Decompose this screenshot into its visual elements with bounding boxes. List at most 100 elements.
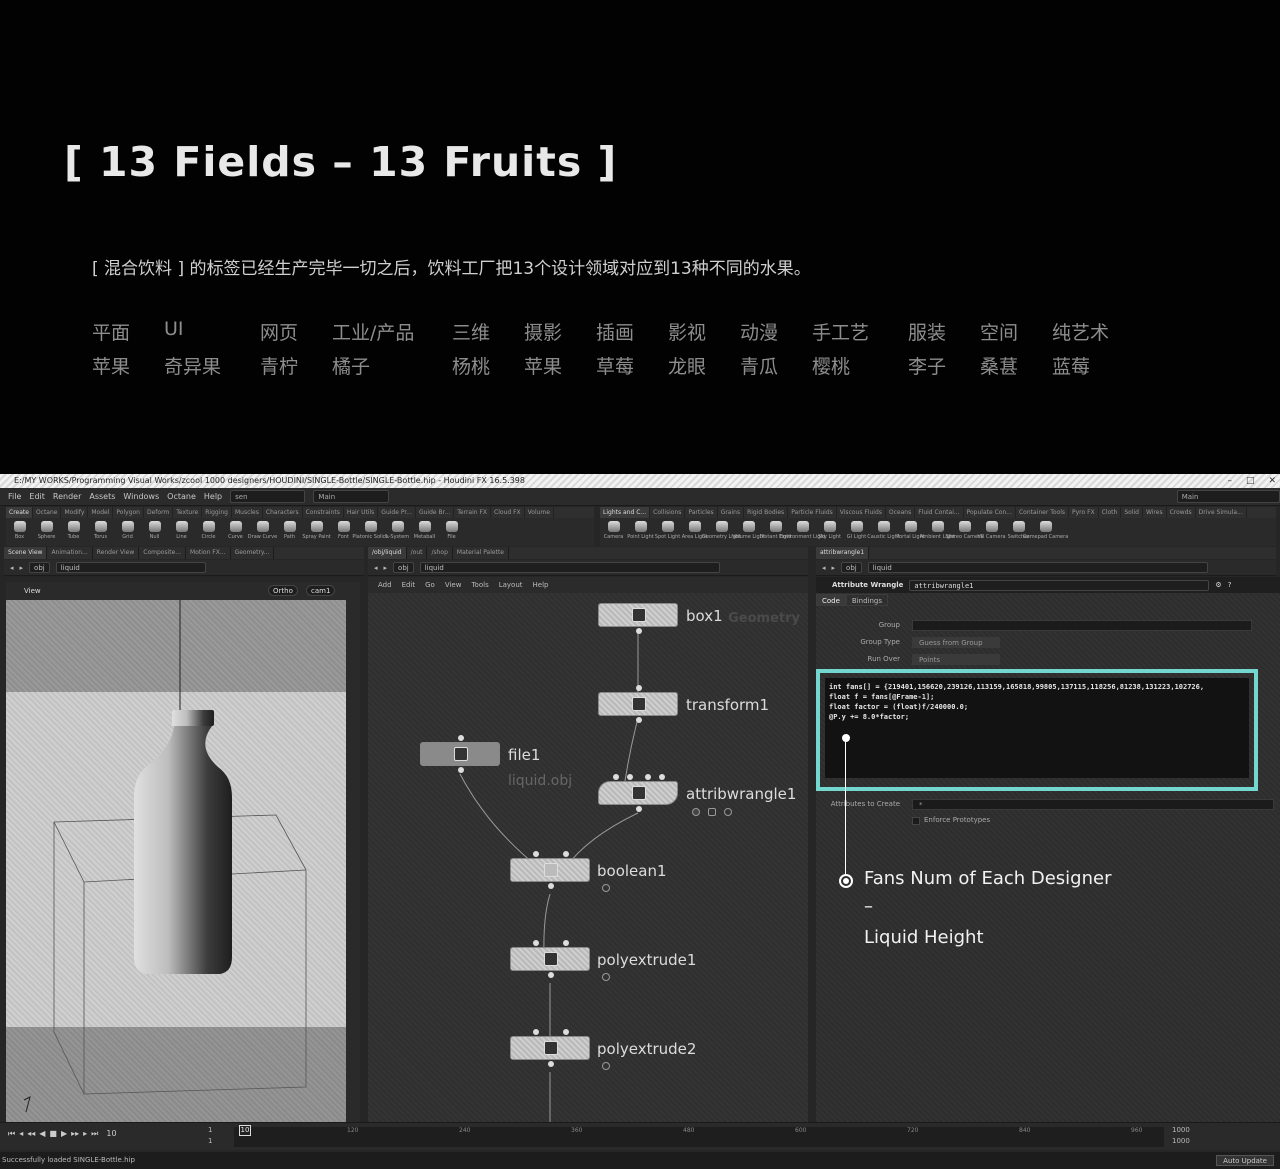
shelf-tab[interactable]: Guide Pr... <box>378 507 416 518</box>
back-icon[interactable]: ◂ <box>10 564 14 572</box>
shelf-tab[interactable]: Collisions <box>650 507 686 518</box>
range-end-2[interactable]: 1000 <box>1172 1137 1190 1145</box>
path-node[interactable]: liquid <box>419 562 720 573</box>
tab-animation[interactable]: Animation... <box>47 547 93 559</box>
run-over-select[interactable]: Points <box>912 654 1000 665</box>
input-connector[interactable] <box>627 774 633 780</box>
vex-code-editor[interactable]: int fans[] = {219401,156620,239126,11315… <box>825 678 1249 778</box>
node-attribwrangle1[interactable] <box>598 774 678 812</box>
range-start-2[interactable]: 1 <box>208 1137 212 1145</box>
shelf-tool[interactable]: Grid <box>114 518 141 546</box>
output-connector[interactable] <box>548 1061 554 1067</box>
shelf-tool[interactable]: Ambient Light <box>920 518 955 546</box>
path-node[interactable]: liquid <box>867 562 1208 573</box>
group-type-select[interactable]: Guess from Group <box>912 637 1000 648</box>
shelf-tool[interactable]: GI Light <box>843 518 870 546</box>
output-connector[interactable] <box>636 628 642 634</box>
shelf-tab[interactable]: Lights and C... <box>600 507 651 518</box>
auto-update-button[interactable]: Auto Update <box>1216 1155 1274 1166</box>
node-polyextrude2[interactable] <box>510 1029 590 1067</box>
input-connector[interactable] <box>563 1029 569 1035</box>
shelf-tool[interactable]: Draw Curve <box>248 518 277 546</box>
menu-edit[interactable]: Edit <box>29 492 45 501</box>
shelf-tool[interactable]: Distant Light <box>759 518 792 546</box>
output-connector[interactable] <box>458 767 464 773</box>
shelf-tool[interactable]: Line <box>168 518 195 546</box>
output-connector[interactable] <box>636 717 642 723</box>
shelf-tool[interactable]: Box <box>6 518 33 546</box>
play-icon[interactable]: ▶ <box>61 1129 67 1139</box>
shelf-tool[interactable]: Gamepad Camera <box>1023 518 1068 546</box>
tab-scene-view[interactable]: Scene View <box>4 547 48 559</box>
shelf-tab[interactable]: Particles <box>685 507 718 518</box>
input-connector[interactable] <box>636 685 642 691</box>
close-icon[interactable]: ✕ <box>1268 474 1276 488</box>
shelf-tab[interactable]: Create <box>6 507 33 518</box>
tab-material-palette[interactable]: Material Palette <box>453 547 509 559</box>
shelf-tab[interactable]: Particle Fluids <box>788 507 837 518</box>
scene-viewport[interactable]: View Ortho cam1 <box>6 582 346 1122</box>
shelf-tab[interactable]: Deform <box>144 507 174 518</box>
shelf-tab[interactable]: Drive Simula... <box>1196 507 1247 518</box>
shelf-tool[interactable]: Area Light <box>681 518 708 546</box>
tab-motion-fx[interactable]: Motion FX... <box>186 547 231 559</box>
prev-key-icon[interactable]: ◂◂ <box>27 1129 35 1139</box>
range-end[interactable]: 1000 <box>1172 1126 1190 1134</box>
shelf-tab[interactable]: Polygon <box>113 507 144 518</box>
tab-bindings[interactable]: Bindings <box>845 594 889 606</box>
shelf-tool[interactable]: Sphere <box>33 518 60 546</box>
shelf-tool[interactable]: L-System <box>384 518 411 546</box>
shelf-tab[interactable]: Cloud FX <box>491 507 525 518</box>
shelf-tab[interactable]: Hair Utils <box>344 507 379 518</box>
input-connector[interactable] <box>563 940 569 946</box>
timer-flag-icon[interactable] <box>724 808 732 816</box>
output-connector[interactable] <box>548 972 554 978</box>
maximize-icon[interactable]: □ <box>1246 474 1255 488</box>
forward-icon[interactable]: ▸ <box>832 564 836 572</box>
input-connector[interactable] <box>645 774 651 780</box>
shelf-tool[interactable]: Null <box>141 518 168 546</box>
shelf-tool[interactable]: Sky Light <box>816 518 843 546</box>
shelf-tool[interactable]: Stereo Camera <box>946 518 983 546</box>
shelf-tool[interactable]: Circle <box>195 518 222 546</box>
viewport-side-toolbar[interactable] <box>346 582 360 1122</box>
path-obj[interactable]: obj <box>841 562 862 573</box>
shelf-tool[interactable]: Curve <box>222 518 249 546</box>
step-back-icon[interactable]: ◂ <box>19 1129 23 1139</box>
play-reverse-icon[interactable]: ◀ <box>39 1129 45 1139</box>
input-connector[interactable] <box>659 774 665 780</box>
node-name-field[interactable]: attribwrangle1 <box>909 579 1210 591</box>
shelf-tool[interactable]: Font <box>330 518 357 546</box>
shelf-tab[interactable]: Terrain FX <box>454 507 492 518</box>
shelf-tool[interactable]: Tube <box>60 518 87 546</box>
group-field[interactable] <box>912 620 1252 631</box>
input-connector[interactable] <box>533 940 539 946</box>
tab-obj-liquid[interactable]: /obj/liquid <box>368 547 407 559</box>
forward-icon[interactable]: ▸ <box>384 564 388 572</box>
node-box1[interactable] <box>598 603 678 634</box>
shelf-tool[interactable]: Caustic Light <box>867 518 900 546</box>
gear-icon[interactable]: ⚙ <box>1215 581 1221 589</box>
shelf-tool[interactable]: Geometry Light <box>702 518 741 546</box>
shelf-tab[interactable]: Wires <box>1143 507 1167 518</box>
path-obj[interactable]: obj <box>29 562 50 573</box>
shelf-tab[interactable]: Fluid Contai... <box>915 507 964 518</box>
tab-geometry[interactable]: Geometry... <box>231 547 275 559</box>
shelf-tab[interactable]: Oceans <box>886 507 916 518</box>
shelf-tab[interactable]: Rigid Bodies <box>744 507 789 518</box>
output-connector[interactable] <box>548 883 554 889</box>
tab-composite[interactable]: Composite... <box>139 547 187 559</box>
help-icon[interactable]: ? <box>1228 581 1232 589</box>
next-key-icon[interactable]: ▸▸ <box>71 1129 79 1139</box>
input-connector[interactable] <box>533 1029 539 1035</box>
shelf-tool[interactable]: Switcher <box>1005 518 1032 546</box>
shelf-tab[interactable]: Viscous Fluids <box>837 507 886 518</box>
step-forward-icon[interactable]: ▸ <box>83 1129 87 1139</box>
menu-help[interactable]: Help <box>204 492 222 501</box>
shelf-tab[interactable]: Volume <box>525 507 554 518</box>
menu-windows[interactable]: Windows <box>123 492 159 501</box>
menu-octane[interactable]: Octane <box>167 492 196 501</box>
menu-file[interactable]: File <box>8 492 21 501</box>
bypass-flag-icon[interactable] <box>692 808 700 816</box>
desktop-select-mid[interactable]: Main <box>313 490 389 503</box>
